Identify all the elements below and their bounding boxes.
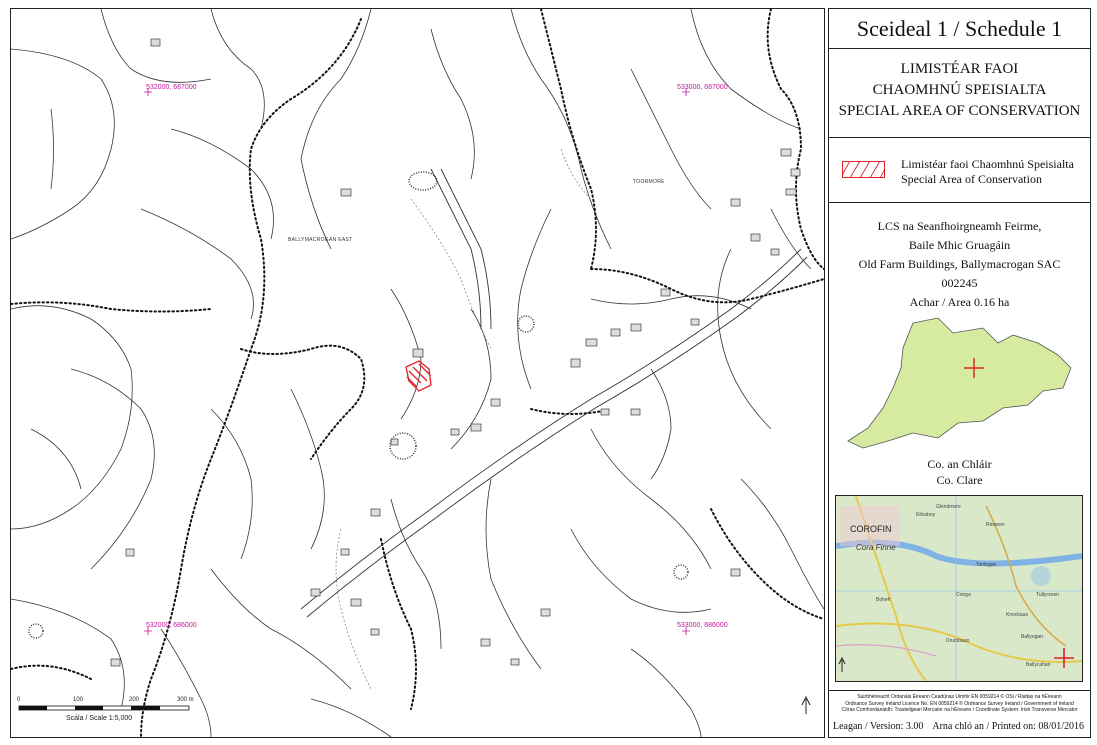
area-type-ga-1: LIMISTÉAR FAOI [900, 61, 1019, 77]
inset-label-5: Tonlegee [976, 562, 997, 568]
legend-label-en: Special Area of Conservation [901, 172, 1042, 186]
scale-tick-300: 300 m [177, 697, 194, 703]
legend: Limistéar faoi Chaomhnú Speisialta Speci… [829, 138, 1090, 203]
version-label: Leagan / Version: 3.00 [833, 721, 924, 732]
coord-label-ne: 533000, 687000 [677, 84, 728, 91]
north-arrow-icon [801, 695, 811, 714]
inset-label-11: Ballycahan [1026, 662, 1051, 668]
inset-label-9: Cooga [956, 592, 971, 598]
inset-label-8: Drumbaun [946, 638, 970, 644]
scale-tick-100: 100 [73, 697, 84, 703]
inset-label-10: Tullycreen [1036, 592, 1059, 598]
inset-label-2: Kilnaboy [916, 512, 936, 518]
buildings [110, 38, 801, 667]
printed-date: Arna chló an / Printed on: 08/01/2016 [932, 721, 1084, 732]
county-label: Co. an Chláir Co. Clare [829, 456, 1090, 488]
county-clare-map [847, 317, 1072, 449]
scale-tick-200: 200 [129, 697, 140, 703]
credit-line-1: Suirbhéireacht Ordanáis Éireann Ceadúnas… [857, 694, 1062, 700]
county-en: Co. Clare [936, 473, 983, 487]
site-name-ga-2: Baile Mhic Gruagáin [908, 238, 1011, 252]
inset-label-3: Rinneen [986, 522, 1005, 528]
coord-label-nw: 532000, 687000 [146, 84, 197, 91]
site-area: Achar / Area 0.16 ha [909, 295, 1010, 309]
site-name-ga-1: LCS na Seanfhoirgneamh Feirme, [877, 219, 1042, 233]
site-code: 002245 [941, 276, 978, 290]
sac-site-boundary [405, 360, 432, 392]
inset-label-12: Knockaun [1006, 612, 1028, 618]
coord-label-se: 533000, 686000 [677, 622, 728, 629]
coord-label-sw: 532000, 686000 [146, 622, 197, 629]
county-ga: Co. an Chláir [927, 457, 992, 471]
inset-label-corofin: COROFIN [850, 524, 892, 534]
copyright-credits: Suirbhéireacht Ordanáis Éireann Ceadúnas… [829, 691, 1090, 717]
inset-label-cora-finne: Cora Finne [856, 543, 896, 552]
site-name-en: Old Farm Buildings, Ballymacrogan SAC [858, 257, 1061, 271]
townland-label-toormore: TOORMORE [633, 179, 665, 185]
schedule-title: Sceideal 1 / Schedule 1 [829, 9, 1090, 49]
legend-label: Limistéar faoi Chaomhnú Speisialta Speci… [901, 157, 1074, 187]
legend-hatch-swatch [842, 161, 885, 178]
location-inset-map: COROFIN Cora Finne Kilnaboy Rinneen Glen… [835, 495, 1083, 682]
tracks [335, 148, 592, 690]
credit-line-3: Córas Comhordanáidh: Trasteilgean Mercat… [841, 707, 1078, 713]
scale-caption: Scála / Scale 1:5,000 [66, 715, 133, 722]
site-info: LCS na Seanfhoirgneamh Feirme, Baile Mhi… [829, 203, 1090, 691]
main-road [300, 168, 808, 618]
legend-label-ga: Limistéar faoi Chaomhnú Speisialta [901, 157, 1074, 171]
version-footer: Leagan / Version: 3.00 Arna chló an / Pr… [829, 717, 1090, 737]
map-frame[interactable]: 532000, 687000 533000, 687000 532000, 68… [10, 8, 825, 738]
inset-label-4: Glendmore [936, 504, 961, 510]
inset-map-canvas: COROFIN Cora Finne Kilnaboy Rinneen Glen… [836, 496, 1082, 681]
inset-label-7: Boheh [876, 597, 891, 603]
map-canvas[interactable]: 532000, 687000 533000, 687000 532000, 68… [11, 9, 824, 737]
townland-label-ballymacrogan: BALLYMACROGAN EAST [288, 237, 353, 243]
area-type-heading: LIMISTÉAR FAOI CHAOMHNÚ SPEISIALTA SPECI… [829, 49, 1090, 138]
scale-tick-0: 0 [17, 697, 21, 703]
area-type-ga-2: CHAOMHNÚ SPEISIALTA [872, 82, 1047, 98]
map-legend-panel: Sceideal 1 / Schedule 1 LIMISTÉAR FAOI C… [828, 8, 1091, 738]
scale-bar [18, 705, 190, 711]
ring-forts [28, 171, 689, 639]
area-type-en: SPECIAL AREA OF CONSERVATION [838, 103, 1081, 119]
inset-label-6: Ballyogan [1021, 634, 1043, 640]
